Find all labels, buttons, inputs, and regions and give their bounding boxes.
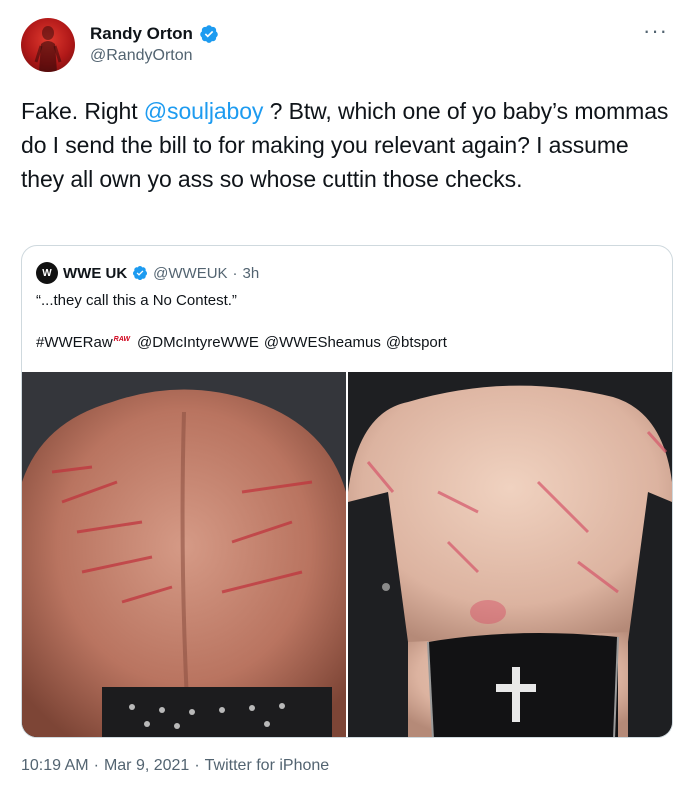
- back-photo-right-image: [348, 372, 672, 737]
- author-display-name[interactable]: Randy Orton: [90, 24, 193, 44]
- author-name-row: Randy Orton: [90, 24, 219, 44]
- tweet-date[interactable]: Mar 9, 2021: [104, 757, 189, 775]
- quoted-verified-badge-icon: [133, 266, 148, 281]
- quoted-mention-2[interactable]: @WWESheamus: [264, 334, 381, 351]
- quoted-timestamp[interactable]: 3h: [243, 265, 260, 282]
- hashtag-link[interactable]: #WWERawRAW: [36, 334, 132, 351]
- quoted-separator: ·: [232, 264, 238, 282]
- tweet-card: Randy Orton @RandyOrton ··· Fake. Right …: [0, 0, 690, 795]
- quoted-text-line1: “...they call this a No Contest.”: [36, 292, 237, 309]
- tweet-text-before: Fake. Right: [21, 98, 144, 124]
- tweet-time[interactable]: 10:19 AM: [21, 757, 89, 775]
- quoted-mention-3[interactable]: @btsport: [386, 334, 447, 351]
- meta-separator-2: ·: [194, 757, 200, 774]
- quoted-tweet[interactable]: W WWE UK @WWEUK · 3h “...they call this …: [21, 245, 673, 738]
- meta-separator-1: ·: [93, 757, 99, 774]
- tweet-source: Twitter for iPhone: [204, 757, 330, 774]
- mention-link[interactable]: @souljaboy: [144, 98, 264, 124]
- author-handle[interactable]: @RandyOrton: [90, 47, 193, 65]
- back-photo-left-image: [22, 372, 346, 737]
- quoted-handle[interactable]: @WWEUK: [153, 265, 227, 282]
- raw-hashflag-icon: RAW: [113, 336, 131, 343]
- media-photo-right[interactable]: [348, 372, 672, 737]
- quoted-text-line2: #WWERawRAW @DMcIntyreWWE @WWESheamus @bt…: [36, 334, 447, 351]
- quoted-avatar[interactable]: W: [36, 262, 58, 284]
- quoted-media-grid: [22, 372, 672, 737]
- quoted-display-name[interactable]: WWE UK: [63, 265, 127, 282]
- hashtag-text: #WWERaw: [36, 334, 113, 351]
- avatar-figure-icon: [34, 26, 62, 72]
- tweet-text: Fake. Right @souljaboy ? Btw, which one …: [21, 94, 671, 196]
- media-photo-left[interactable]: [22, 372, 346, 737]
- author-avatar[interactable]: [21, 18, 75, 72]
- more-options-icon[interactable]: ···: [643, 20, 668, 42]
- quoted-mention-1[interactable]: @DMcIntyreWWE: [137, 334, 259, 351]
- verified-badge-icon: [200, 25, 218, 43]
- tweet-metadata: 10:19 AM · Mar 9, 2021 · Twitter for iPh…: [21, 757, 329, 775]
- quoted-tweet-header: W WWE UK @WWEUK · 3h: [36, 262, 259, 284]
